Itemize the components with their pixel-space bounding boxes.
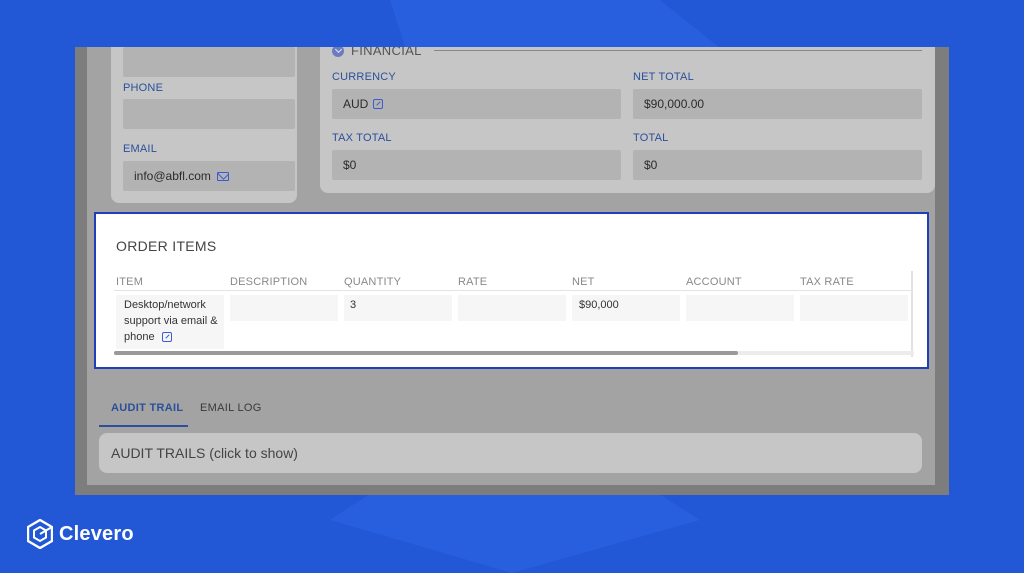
horizontal-scrollbar-thumb[interactable] [114,351,738,355]
tax-rate-cell[interactable] [800,295,908,321]
active-tab-indicator [99,425,188,427]
total-label: TOTAL [633,132,669,144]
account-cell[interactable] [686,295,794,321]
tab-audit-trail[interactable]: AUDIT TRAIL [111,402,183,414]
chevron-down-icon[interactable] [332,47,344,57]
net-total-label: NET TOTAL [633,71,694,83]
mail-icon[interactable] [216,171,229,181]
section-divider [433,50,922,51]
net-value: $90,000 [579,299,619,311]
total-field[interactable]: $0 [633,150,922,180]
audit-trails-label: AUDIT TRAILS (click to show) [111,445,298,461]
email-value: info@abfl.com [134,169,211,183]
external-link-icon[interactable] [161,332,172,342]
rate-cell[interactable] [458,295,566,321]
contact-card: PHONE EMAIL info@abfl.com [111,47,297,203]
currency-label: CURRENCY [332,71,396,83]
description-cell[interactable] [230,295,338,321]
col-header-account[interactable]: ACCOUNT [686,276,742,288]
clevero-logo-icon [27,519,53,549]
brand-logo: Clevero [27,519,134,549]
col-header-rate[interactable]: RATE [458,276,487,288]
contact-top-field[interactable] [123,47,295,77]
item-name-line1: Desktop/network [124,299,206,311]
email-field[interactable]: info@abfl.com [123,161,295,191]
net-total-field[interactable]: $90,000.00 [633,89,922,119]
header-divider [114,290,911,291]
tax-total-field[interactable]: $0 [332,150,621,180]
table-right-edge [911,271,913,357]
col-header-net[interactable]: NET [572,276,595,288]
external-link-icon[interactable] [373,99,384,109]
order-items-highlight: ORDER ITEMS ITEM DESCRIPTION QUANTITY RA… [94,212,929,369]
audit-trails-toggle[interactable]: AUDIT TRAILS (click to show) [99,433,922,473]
financial-card: FINANCIAL CURRENCY AUD NET TOTAL $90,000… [320,47,935,193]
quantity-value: 3 [350,299,357,311]
financial-header[interactable]: FINANCIAL [332,47,922,58]
col-header-quantity[interactable]: QUANTITY [344,276,401,288]
tab-email-log[interactable]: EMAIL LOG [200,402,262,414]
brand-name: Clevero [59,522,134,545]
col-header-tax-rate[interactable]: TAX RATE [800,276,854,288]
order-items-title: ORDER ITEMS [116,238,217,254]
currency-field[interactable]: AUD [332,89,621,119]
item-name: Desktop/network support via email & phon… [124,297,218,345]
financial-title: FINANCIAL [351,47,422,58]
order-items-card: ORDER ITEMS ITEM DESCRIPTION QUANTITY RA… [100,218,923,363]
item-name-line2: support via email & [124,315,218,327]
phone-field[interactable] [123,99,295,129]
item-name-line3: phone [124,331,155,343]
currency-value: AUD [343,97,369,111]
col-header-item[interactable]: ITEM [116,276,143,288]
phone-label: PHONE [123,82,164,94]
tax-total-label: TAX TOTAL [332,132,392,144]
quantity-cell[interactable] [344,295,452,321]
col-header-description[interactable]: DESCRIPTION [230,276,307,288]
email-label: EMAIL [123,143,158,155]
